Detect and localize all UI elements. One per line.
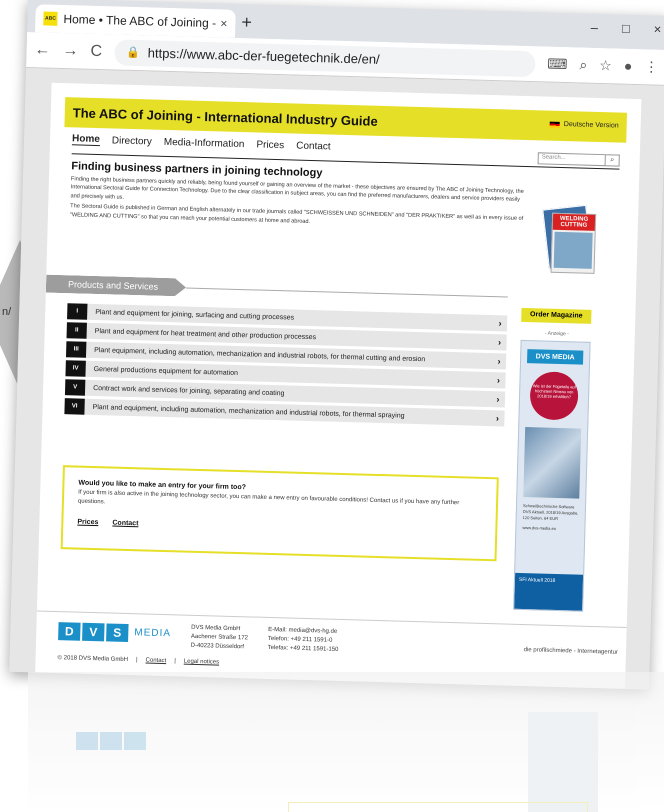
nav-directory[interactable]: Directory: [112, 135, 152, 147]
ad-photo: [523, 427, 582, 499]
reflected-logo-box: [76, 732, 98, 750]
ad-logo: DVS MEDIA: [527, 349, 584, 365]
site-container: The ABC of Joining - International Indus…: [35, 82, 642, 689]
browser-window: ABC Home • The ABC of Joining - Inte × +…: [9, 0, 664, 690]
url-text: https://www.abc-der-fuegetechnik.de/en/: [147, 45, 380, 67]
advertisement-banner[interactable]: DVS MEDIA Wie ist der Fügeteile auf höch…: [513, 339, 591, 612]
german-flag-icon: [549, 121, 560, 128]
category-number: V: [64, 379, 86, 396]
category-list: I Plant and equipment for joining, surfa…: [64, 303, 508, 429]
window-controls: – □ ×: [591, 20, 662, 37]
language-switch[interactable]: Deutsche Version: [549, 121, 619, 130]
category-number: III: [65, 341, 87, 358]
logo-letter-d: D: [58, 621, 81, 641]
contact-link[interactable]: Contact: [112, 520, 138, 528]
ad-bottom-strip: SFI Aktuell 2018: [514, 572, 584, 611]
minimize-button[interactable]: –: [591, 20, 599, 35]
fax-text: Telefax: +49 211 1591-150: [267, 644, 339, 653]
agency-credit[interactable]: die profilschmiede - Internetagentur: [524, 647, 619, 656]
ad-circle-badge: Wie ist der Fügeteile auf höchstem Nivea…: [529, 371, 579, 421]
close-window-button[interactable]: ×: [654, 21, 662, 36]
category-number: II: [66, 322, 87, 339]
browser-tab[interactable]: ABC Home • The ABC of Joining - Inte ×: [35, 4, 236, 38]
chevron-right-icon: ›: [498, 318, 502, 329]
chevron-right-icon: ›: [497, 337, 502, 348]
magazine-title: WELDING CUTTING: [552, 213, 596, 231]
zoom-icon[interactable]: ⌕: [579, 56, 587, 73]
language-label: Deutsche Version: [563, 121, 619, 130]
address-line-3: D-40223 Düsseldorf: [190, 642, 245, 651]
category-number: I: [67, 303, 88, 320]
category-number: IV: [65, 360, 86, 377]
translate-icon[interactable]: ⌨: [547, 56, 568, 74]
maximize-button[interactable]: □: [622, 21, 630, 36]
copyright-text: © 2018 DVS Media GmbH: [57, 655, 129, 664]
favicon-icon: ABC: [43, 11, 58, 26]
new-tab-button[interactable]: +: [241, 12, 252, 33]
account-icon[interactable]: ●: [624, 58, 633, 75]
footer-contact-link[interactable]: Contact: [145, 658, 166, 665]
nav-media-information[interactable]: Media-Information: [164, 137, 245, 150]
magazine-front-cover: WELDING CUTTING: [550, 212, 597, 274]
reflected-ad: [528, 712, 598, 812]
separator: |: [174, 658, 176, 665]
tab-title: Home • The ABC of Joining - Inte: [63, 12, 217, 31]
reload-icon[interactable]: C: [90, 42, 102, 60]
magazine-cover-photo: [553, 231, 593, 269]
nav-prices[interactable]: Prices: [256, 139, 284, 151]
forward-arrow-icon[interactable]: →: [62, 41, 78, 59]
category-number: VI: [64, 398, 85, 415]
menu-icon[interactable]: ⋮: [644, 58, 658, 75]
page-viewport: The ABC of Joining - International Indus…: [9, 67, 664, 690]
ad-url: www.dvs-media.eu: [522, 525, 557, 531]
side-caption: n/: [2, 306, 12, 318]
products-services-tab: Products and Services: [46, 275, 186, 297]
toolbar-icons: ⌨ ⌕ ☆ ● ⋮: [547, 56, 658, 76]
nav-contact[interactable]: Contact: [296, 141, 331, 153]
ad-label: - Anzeige -: [544, 330, 569, 338]
dvs-media-logo[interactable]: D V S MEDIA: [58, 620, 171, 644]
reflected-logo-box: [124, 732, 146, 750]
logo-word: MEDIA: [134, 627, 172, 640]
chevron-right-icon: ›: [497, 356, 501, 367]
intro-section: Finding business partners in joining tec…: [70, 160, 529, 232]
back-arrow-icon[interactable]: ←: [34, 41, 50, 59]
reflected-callout: [288, 802, 588, 812]
products-divider: [185, 287, 508, 298]
address-bar[interactable]: 🔒 https://www.abc-der-fuegetechnik.de/en…: [113, 38, 536, 77]
logo-letter-v: V: [82, 622, 105, 641]
star-icon[interactable]: ☆: [599, 57, 612, 74]
footer-contact: E-Mail: media@dvs-hg.de Telefon: +49 211…: [268, 626, 339, 653]
reflected-logo-box: [100, 732, 122, 750]
chevron-right-icon: ›: [496, 394, 500, 405]
reflected-logo: [76, 732, 146, 750]
nav-home[interactable]: Home: [71, 133, 101, 147]
order-magazine-button[interactable]: Order Magazine: [521, 307, 592, 324]
logo-letter-s: S: [106, 622, 129, 642]
entry-callout: Would you like to make an entry for your…: [60, 465, 499, 562]
entry-links: Prices Contact: [77, 519, 481, 537]
prices-link[interactable]: Prices: [77, 519, 98, 527]
search-icon[interactable]: ⌕: [605, 154, 620, 167]
ad-text: Schweißtechnische Software DVS Aktuell, …: [522, 503, 579, 522]
separator: |: [135, 657, 138, 664]
legal-notices-link[interactable]: Legal notices: [184, 659, 220, 666]
magazine-cover-image[interactable]: WELDING CUTTING: [536, 204, 597, 280]
site-title: The ABC of Joining - International Indus…: [72, 104, 378, 129]
chevron-right-icon: ›: [496, 375, 501, 386]
search-input[interactable]: Search...: [537, 152, 606, 167]
footer-address: DVS Media GmbH Aachener Straße 172 D-402…: [191, 624, 249, 650]
lock-icon: 🔒: [125, 46, 140, 60]
search-box: Search... ⌕: [537, 152, 620, 167]
close-tab-icon[interactable]: ×: [220, 16, 227, 30]
copyright-bar: © 2018 DVS Media GmbH | Contact | Legal …: [57, 655, 219, 666]
chevron-right-icon: ›: [495, 413, 500, 424]
window-reflection: [28, 672, 664, 812]
